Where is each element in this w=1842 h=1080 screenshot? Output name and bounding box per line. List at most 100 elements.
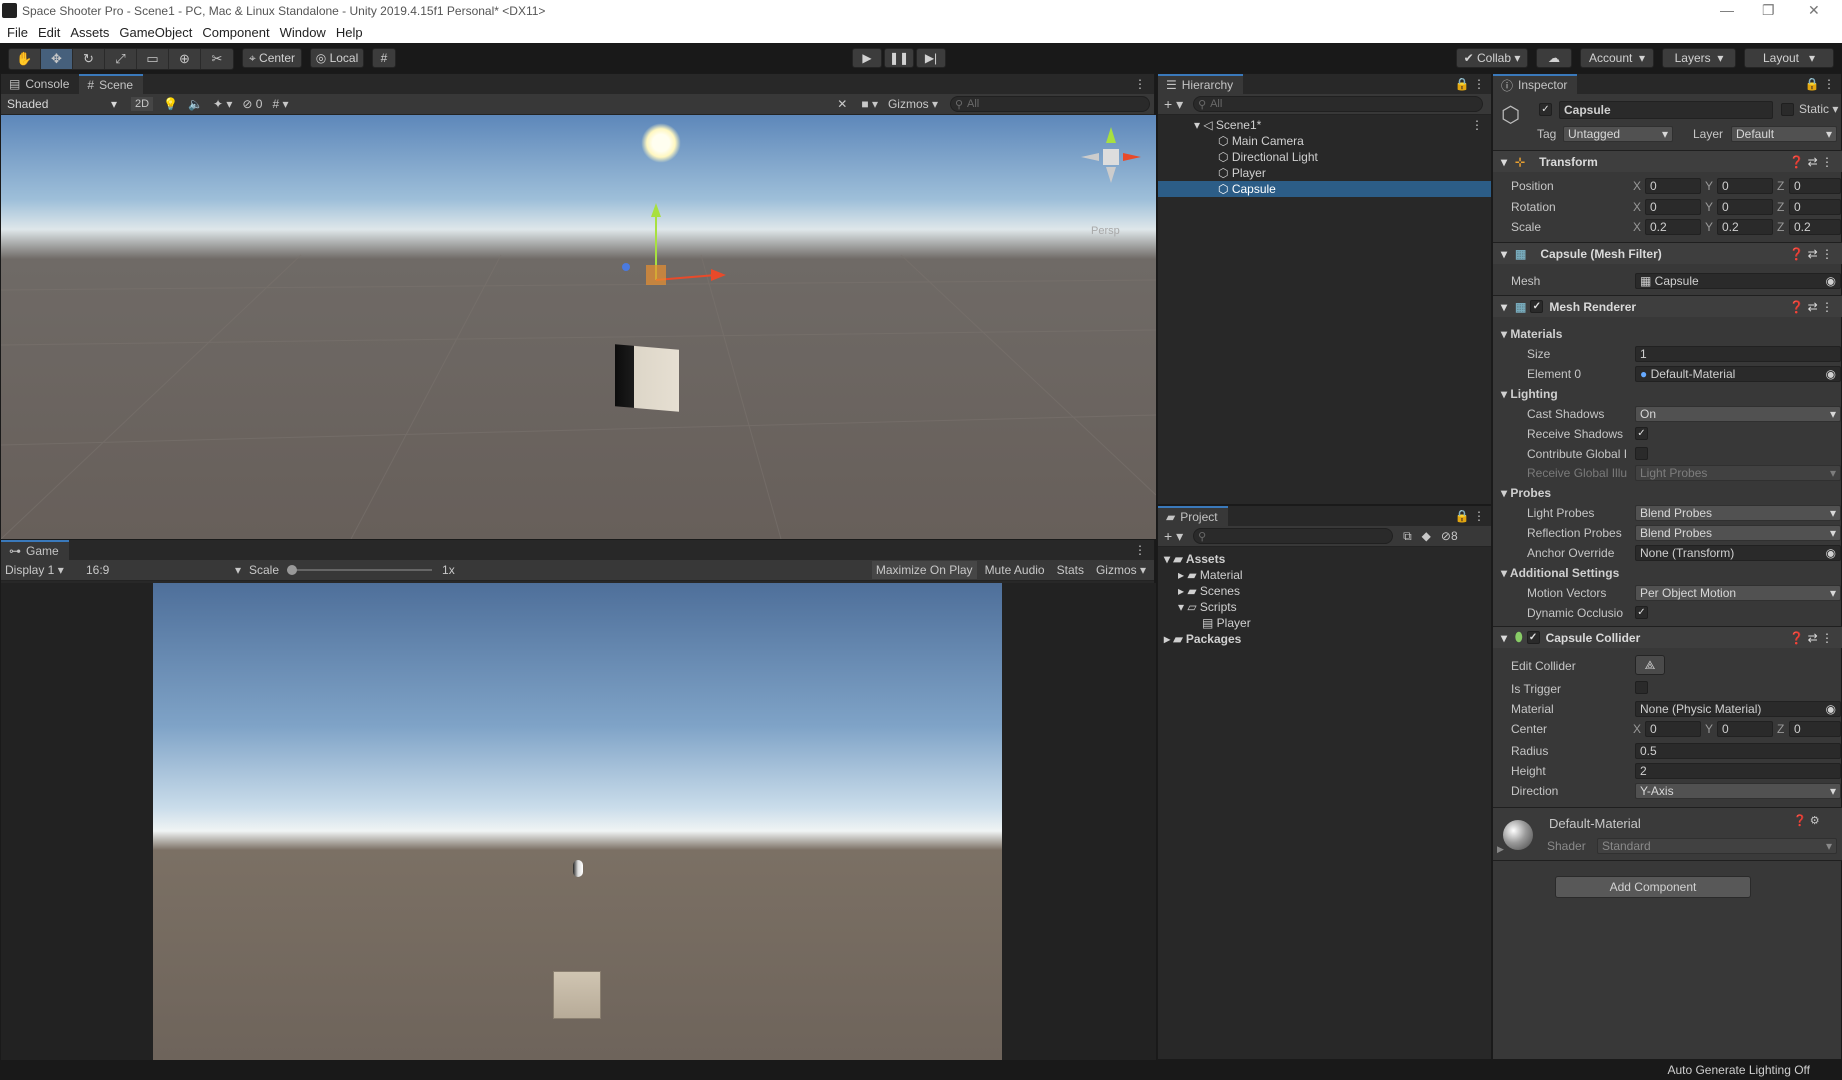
mesh-renderer-header[interactable]: ▾ ▦ ✓ Mesh Renderer ❓ ⇄ ⋮ [1493, 295, 1842, 317]
project-folder[interactable]: ▸ ▰ Material [1158, 568, 1491, 582]
mute-audio-toggle[interactable]: Mute Audio [981, 561, 1049, 579]
foldout-arrow-icon[interactable]: ▶ [1497, 844, 1504, 855]
scale-tool-icon[interactable]: ⤢ [105, 49, 137, 69]
center-x-field[interactable]: 0 [1645, 721, 1701, 737]
hand-tool-icon[interactable]: ✋ [9, 49, 41, 69]
stats-toggle[interactable]: Stats [1053, 561, 1088, 579]
scale-slider[interactable] [287, 565, 433, 575]
step-button[interactable]: ▶| [916, 48, 946, 68]
mesh-renderer-enabled-checkbox[interactable]: ✓ [1530, 300, 1544, 313]
element0-field[interactable]: ● Default-Material ◉ [1635, 366, 1841, 382]
menu-file[interactable]: File [7, 25, 28, 40]
hidden-packages-icon[interactable]: ⊘8 [1441, 529, 1458, 543]
object-picker-icon[interactable]: ◉ [1826, 702, 1836, 716]
minimize-icon[interactable]: — [1720, 2, 1734, 18]
rotation-z-field[interactable]: 0 [1789, 199, 1841, 215]
pivot-local-button[interactable]: ◎ Local [310, 48, 364, 68]
hierarchy-lock-icon[interactable]: 🔒 ⋮ [1455, 74, 1491, 94]
2d-toggle[interactable]: 2D [131, 97, 154, 111]
cloud-button[interactable]: ☁ [1536, 48, 1572, 68]
play-button[interactable]: ▶ [852, 48, 882, 68]
project-add-icon[interactable]: + ▾ [1164, 528, 1183, 545]
capsule-collider-header[interactable]: ▾ ⬮ ✓ Capsule Collider ❓ ⇄ ⋮ [1493, 626, 1842, 648]
audio-toggle-icon[interactable]: 🔈 [188, 97, 203, 111]
object-picker-icon[interactable]: ◉ [1826, 546, 1836, 560]
inspector-lock-icon[interactable]: 🔒 ⋮ [1805, 74, 1841, 94]
hidden-objects-icon[interactable]: ⊘ 0 [242, 97, 262, 111]
mesh-filter-header[interactable]: ▾ ▦ Capsule (Mesh Filter) ❓ ⇄ ⋮ [1493, 242, 1842, 264]
game-viewport[interactable] [153, 583, 1002, 1060]
shader-dropdown[interactable]: Standard ▾ [1597, 838, 1837, 854]
custom-tool-icon[interactable]: ✂ [201, 49, 233, 69]
tab-hierarchy[interactable]: ☰ Hierarchy [1158, 74, 1244, 94]
grid-toggle-icon[interactable]: # ▾ [272, 97, 288, 111]
hierarchy-search-input[interactable]: ⚲ All [1193, 96, 1484, 112]
receive-shadows-checkbox[interactable]: ✓ [1635, 427, 1648, 440]
display-dropdown[interactable]: Display 1 ▾ [5, 563, 80, 577]
scene-menu-icon[interactable]: ⋮ [1471, 118, 1491, 132]
hierarchy-item[interactable]: ⬡ Main Camera [1158, 134, 1491, 148]
probes-foldout[interactable]: ▾ Probes [1501, 486, 1551, 500]
orientation-gizmo[interactable] [1071, 125, 1151, 185]
center-z-field[interactable]: 0 [1789, 721, 1841, 737]
pivot-center-button[interactable]: ⌖ Center [242, 48, 302, 68]
component-menu-icons[interactable]: ❓ ⇄ ⋮ [1789, 300, 1833, 314]
filter-type-icon[interactable]: ⧉ [1403, 529, 1412, 544]
camera-icon[interactable]: ■ ▾ [861, 97, 878, 111]
game-menu-icon[interactable]: ⋮ [1134, 540, 1154, 560]
rotation-x-field[interactable]: 0 [1645, 199, 1701, 215]
additional-settings-foldout[interactable]: ▾ Additional Settings [1501, 566, 1619, 580]
assets-folder[interactable]: ▾ ▰ Assets [1158, 552, 1491, 566]
object-picker-icon[interactable]: ◉ [1826, 367, 1836, 381]
contribute-gi-checkbox[interactable] [1635, 447, 1648, 460]
active-checkbox[interactable]: ✓ [1539, 103, 1552, 116]
static-dropdown[interactable]: Static ▾ [1799, 102, 1838, 116]
component-menu-icons[interactable]: ❓ ⇄ ⋮ [1789, 631, 1833, 645]
menu-help[interactable]: Help [336, 25, 363, 40]
rotate-tool-icon[interactable]: ↻ [73, 49, 105, 69]
menu-gameobject[interactable]: GameObject [119, 25, 192, 40]
is-trigger-checkbox[interactable] [1635, 681, 1648, 694]
reflection-probes-dropdown[interactable]: Blend Probes ▾ [1635, 525, 1841, 541]
menu-component[interactable]: Component [202, 25, 269, 40]
lighting-toggle-icon[interactable]: 💡 [163, 97, 178, 111]
tools-icon[interactable]: ✕ [837, 97, 847, 111]
scene-row[interactable]: ▾ ◁ Scene1* ⋮ [1158, 118, 1491, 132]
scale-y-field[interactable]: 0.2 [1717, 219, 1773, 235]
physic-material-field[interactable]: None (Physic Material) ◉ [1635, 701, 1841, 717]
rect-tool-icon[interactable]: ▭ [137, 49, 169, 69]
size-field[interactable]: 1 [1635, 346, 1841, 362]
rotation-y-field[interactable]: 0 [1717, 199, 1773, 215]
tab-game[interactable]: ⊶ Game [1, 540, 69, 560]
object-name-input[interactable]: Capsule [1559, 101, 1773, 119]
materials-foldout[interactable]: ▾ Materials [1501, 327, 1562, 341]
account-dropdown[interactable]: Account ▾ [1580, 48, 1654, 68]
anchor-override-field[interactable]: None (Transform) ◉ [1635, 545, 1841, 561]
transform-tool-icon[interactable]: ⊕ [169, 49, 201, 69]
position-z-field[interactable]: 0 [1789, 178, 1841, 194]
move-tool-icon[interactable]: ✥ [41, 49, 73, 69]
scene-viewport[interactable]: Persp [1, 115, 1156, 539]
hierarchy-item-selected[interactable]: ⬡ Capsule [1158, 181, 1491, 197]
add-component-button[interactable]: Add Component [1555, 876, 1751, 898]
component-menu-icons[interactable]: ❓ ⇄ ⋮ [1789, 155, 1833, 169]
hierarchy-item[interactable]: ⬡ Directional Light [1158, 150, 1491, 164]
maximize-on-play-toggle[interactable]: Maximize On Play [871, 561, 977, 579]
aspect-dropdown[interactable]: 16:9 ▾ [86, 563, 241, 577]
edit-collider-button[interactable]: ⟁ [1635, 655, 1665, 675]
component-menu-icons[interactable]: ❓ ⇄ ⋮ [1789, 247, 1833, 261]
layout-dropdown[interactable]: Layout ▾ [1744, 48, 1834, 68]
center-y-field[interactable]: 0 [1717, 721, 1773, 737]
close-icon[interactable]: ✕ [1808, 2, 1820, 19]
filter-label-icon[interactable]: ◆ [1422, 529, 1431, 543]
lighting-foldout[interactable]: ▾ Lighting [1501, 387, 1558, 401]
layer-dropdown[interactable]: Default ▾ [1731, 126, 1837, 142]
move-gizmo[interactable] [611, 195, 731, 315]
mesh-field[interactable]: ▦ Capsule ◉ [1635, 273, 1841, 289]
tab-scene[interactable]: # Scene [79, 74, 144, 94]
motion-vectors-dropdown[interactable]: Per Object Motion ▾ [1635, 585, 1841, 601]
radius-field[interactable]: 0.5 [1635, 743, 1841, 759]
scene-search-input[interactable]: ⚲ All [950, 96, 1150, 112]
project-script[interactable]: ▤ Player [1158, 616, 1491, 630]
game-gizmos-dropdown[interactable]: Gizmos ▾ [1092, 561, 1150, 579]
